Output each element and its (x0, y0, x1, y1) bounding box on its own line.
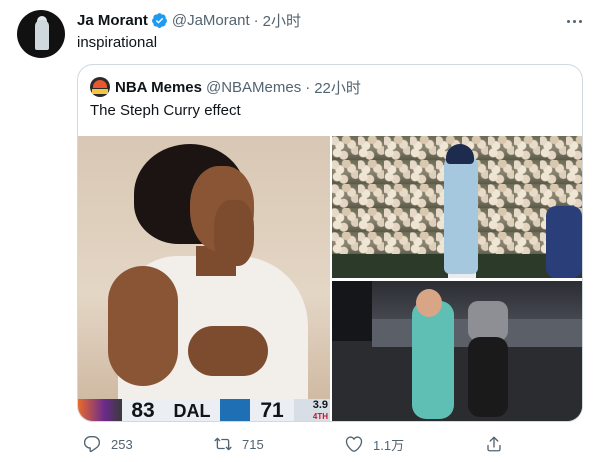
photo-hand (214, 200, 254, 266)
quoted-author-avatar (90, 77, 110, 97)
author-avatar[interactable] (17, 10, 65, 58)
photo-helmet (446, 144, 474, 164)
photo-player (444, 154, 478, 274)
reply-icon (83, 435, 101, 453)
tweet-timestamp[interactable]: 2小时 (263, 10, 301, 31)
game-clock-time: 3.9 (312, 399, 328, 411)
quoted-tweet-text: The Steph Curry effect (90, 102, 241, 119)
more-options-icon[interactable] (563, 10, 585, 32)
separator-dot: · (253, 11, 259, 29)
home-team-logo (78, 399, 122, 421)
tweet-actions: 253 715 1.1万 (77, 433, 507, 455)
like-button[interactable]: 1.1万 (345, 433, 404, 455)
quoted-tweet[interactable]: NBA Memes @NBAMemes · 22小时 The Steph Cur… (77, 64, 583, 422)
photo-referee-shirt (468, 301, 508, 341)
photo-player (412, 301, 454, 419)
retweet-count: 715 (242, 436, 264, 452)
avatar-figure (35, 20, 49, 50)
share-button[interactable] (485, 433, 513, 455)
away-team-code: DAL (173, 400, 211, 421)
media-image-baseball-player[interactable] (332, 136, 582, 278)
retweet-button[interactable]: 715 (214, 433, 264, 455)
media-image-wnba-player[interactable] (332, 281, 582, 421)
game-quarter: 4TH (312, 412, 328, 421)
share-icon (487, 436, 501, 452)
photo-arm (108, 266, 178, 386)
photo-catcher (546, 206, 582, 278)
media-image-basketball-player[interactable]: 83 DAL 71 3.9 4TH (78, 136, 330, 422)
author-name[interactable]: Ja Morant (77, 12, 148, 29)
quoted-separator-dot: · (305, 78, 311, 96)
away-team-logo (220, 399, 250, 421)
photo-forearm (188, 326, 268, 376)
home-score: 83 (131, 399, 155, 422)
game-clock: 3.9 4TH (294, 399, 330, 421)
quoted-media-grid: 83 DAL 71 3.9 4TH (78, 136, 582, 422)
quoted-author-name: NBA Memes (115, 78, 202, 96)
reply-button[interactable]: 253 (83, 433, 133, 455)
quoted-author-handle: @NBAMemes (205, 78, 302, 96)
quoted-timestamp: 22小时 (314, 79, 361, 97)
photo-referee (468, 337, 508, 417)
scorebug: 83 DAL 71 3.9 4TH (78, 399, 330, 422)
tweet[interactable]: Ja Morant @JaMorant · 2小时 inspirational … (0, 0, 595, 462)
photo-player-head (416, 289, 442, 317)
verified-badge-icon (151, 12, 167, 28)
away-score: 71 (260, 399, 284, 422)
retweet-icon (214, 437, 232, 451)
photo-court (332, 341, 582, 421)
like-count: 1.1万 (373, 437, 405, 453)
tweet-header: Ja Morant @JaMorant · 2小时 (77, 10, 301, 30)
like-icon (345, 436, 363, 452)
reply-count: 253 (111, 436, 133, 452)
tweet-text: inspirational (77, 34, 158, 51)
author-handle[interactable]: @JaMorant (172, 12, 250, 29)
quoted-tweet-header: NBA Memes @NBAMemes · 22小时 (90, 77, 361, 97)
